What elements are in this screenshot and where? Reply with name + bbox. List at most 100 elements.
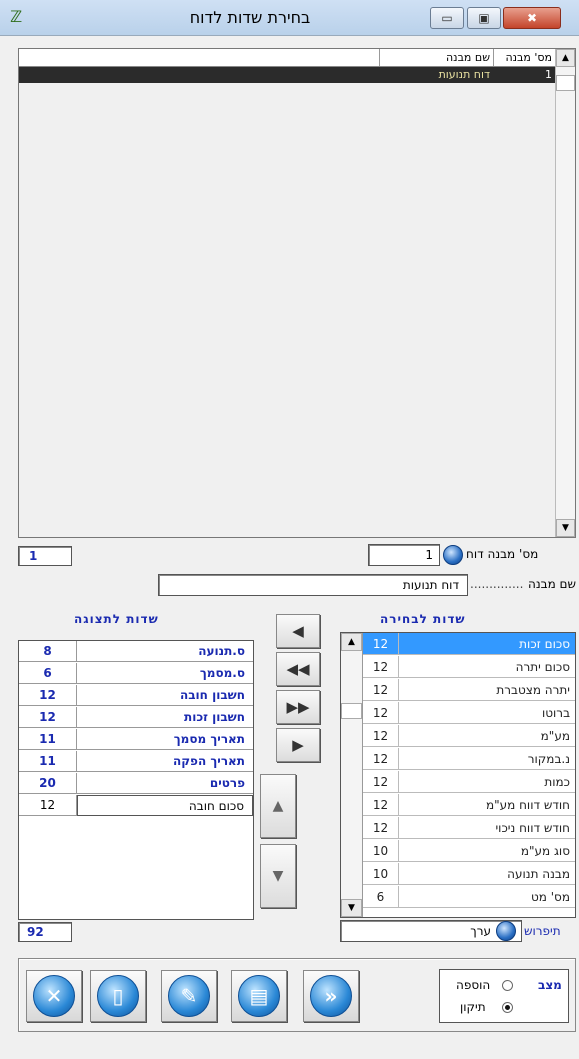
move-down-button[interactable]: ▼	[260, 844, 296, 908]
field-name: מבנה תנועה	[507, 867, 570, 881]
table-row[interactable]: 12 נ.במקור	[363, 748, 575, 770]
scroll-thumb[interactable]	[556, 75, 575, 91]
table-row[interactable]: 10 סוג מע"מ	[363, 840, 575, 862]
table-row[interactable]: 12 כמות	[363, 771, 575, 793]
total-width: 92	[18, 922, 72, 942]
app-icon: ℤ	[10, 7, 23, 26]
selection-fields-table[interactable]: ▲ ▼ 12 סכום זכות 12 סכום יתרה 12 יתרה מצ…	[340, 632, 576, 918]
table-row[interactable]: 20 פרטים	[19, 773, 253, 794]
globe-icon[interactable]	[496, 921, 516, 941]
field-width: 11	[19, 729, 77, 750]
field-width: 12	[363, 817, 399, 839]
field-width: 20	[19, 773, 77, 794]
field-name: חודש דווח מע"מ	[485, 798, 570, 812]
scroll-down-icon[interactable]: ▼	[556, 519, 575, 537]
table-row[interactable]: 10 מבנה תנועה	[363, 863, 575, 885]
move-up-button[interactable]: ▲	[260, 774, 296, 838]
table-row[interactable]: 6 מס' מט	[363, 886, 575, 908]
field-width: 12	[19, 685, 77, 706]
mode-edit-radio[interactable]	[502, 1002, 513, 1013]
table-row[interactable]: 12 חשבון חובה	[19, 685, 253, 706]
field-width: 12	[363, 702, 399, 724]
table-row[interactable]: 6 ס.מסמך	[19, 663, 253, 684]
field-name: סכום יתרה	[515, 660, 570, 674]
field-name: תאריך הפקה	[172, 754, 245, 768]
continue-button[interactable]: »	[303, 970, 359, 1022]
table-row[interactable]: 1 דוח תנועות	[19, 67, 555, 83]
structures-grid[interactable]: מס' מבנה שם מבנה 1 דוח תנועות ▲ ▼	[18, 48, 576, 538]
structure-name-dots: ..............	[470, 577, 524, 591]
display-button[interactable]: ▤	[231, 970, 287, 1022]
edit-width-input[interactable]: 12	[19, 795, 77, 816]
grid-scrollbar[interactable]: ▲ ▼	[555, 49, 575, 537]
table-row[interactable]: 8 ס.תנועה	[19, 641, 253, 662]
scroll-up-icon[interactable]: ▲	[341, 633, 362, 651]
field-name: חשבון זכות	[184, 710, 245, 724]
table-row[interactable]: 12 סכום זכות	[363, 633, 575, 655]
display-fields-table[interactable]: 8 ס.תנועה 6 ס.מסמך 12 חשבון חובה 12 חשבו…	[18, 640, 254, 920]
move-all-left-button[interactable]: ◀◀	[276, 652, 320, 686]
field-width: 12	[363, 725, 399, 747]
report-number-label: מס' מבנה דוח	[466, 547, 539, 561]
explanation-input[interactable]: ערך	[340, 920, 522, 942]
field-width: 12	[363, 771, 399, 793]
move-right-button[interactable]: ▶	[276, 728, 320, 762]
maximize-button[interactable]: ▣	[467, 7, 501, 29]
table-row[interactable]: 12 חשבון זכות	[19, 707, 253, 728]
field-width: 12	[363, 679, 399, 701]
field-width: 6	[19, 663, 77, 684]
structure-name-input[interactable]: דוח תנועות	[158, 574, 468, 596]
field-name: מע"מ	[540, 729, 570, 743]
edit-button[interactable]: ✎	[161, 970, 217, 1022]
edit-row[interactable]: 12 סכום חובה	[19, 795, 253, 816]
field-width: 10	[363, 840, 399, 862]
field-width: 10	[363, 863, 399, 885]
field-name: פרטים	[209, 776, 245, 790]
close-button[interactable]: ✖	[503, 7, 561, 29]
field-width: 12	[363, 794, 399, 816]
mode-add-radio[interactable]	[502, 980, 513, 991]
table-row[interactable]: 11 תאריך מסמך	[19, 729, 253, 750]
scroll-down-icon[interactable]: ▼	[341, 899, 362, 917]
field-width: 8	[19, 641, 77, 662]
scroll-thumb[interactable]	[341, 703, 362, 719]
scroll-up-icon[interactable]: ▲	[556, 49, 575, 67]
move-left-button[interactable]: ◀	[276, 614, 320, 648]
table-row[interactable]: 12 סכום יתרה	[363, 656, 575, 678]
selection-scrollbar[interactable]: ▲ ▼	[341, 633, 363, 917]
explanation-label: תיפרוש	[524, 924, 561, 938]
field-name: ס.מסמך	[199, 666, 245, 680]
table-row[interactable]: 12 יתרה מצטברת	[363, 679, 575, 701]
window-title: בחירת שדות לדוח	[189, 8, 311, 27]
minimize-button[interactable]: ▭	[430, 7, 464, 29]
edit-icon: ✎	[168, 975, 210, 1017]
computers-icon: ▤	[238, 975, 280, 1017]
record-counter-value: 1	[29, 549, 38, 563]
table-row[interactable]: 12 מע"מ	[363, 725, 575, 747]
table-row[interactable]: 12 חודש דווח ניכוי	[363, 817, 575, 839]
table-row[interactable]: 12 חודש דווח מע"מ	[363, 794, 575, 816]
table-row[interactable]: 12 ברוטו	[363, 702, 575, 724]
selection-fields-title: שדות לבחירה	[380, 612, 466, 626]
close-icon: ✕	[33, 975, 75, 1017]
table-row[interactable]: 11 תאריך הפקה	[19, 751, 253, 772]
field-width: 12	[363, 748, 399, 770]
column-header-name[interactable]: שם מבנה	[379, 49, 493, 66]
field-width: 6	[363, 886, 399, 908]
total-width-value: 92	[27, 925, 44, 939]
report-number-input[interactable]: 1	[368, 544, 440, 566]
column-header-number[interactable]: מס' מבנה	[493, 49, 555, 66]
edit-name-input[interactable]: סכום חובה	[77, 795, 253, 816]
field-width: 12	[19, 707, 77, 728]
display-fields-title: שדות לתצוגה	[74, 612, 159, 626]
mode-group: מצב הוספה תיקון	[439, 969, 569, 1023]
structure-name-value: דוח תנועות	[402, 578, 459, 592]
field-name: נ.במקור	[527, 752, 570, 766]
field-name: מס' מט	[531, 890, 570, 904]
field-name: ס.תנועה	[198, 644, 245, 658]
delete-button[interactable]: ▯	[90, 970, 146, 1022]
move-all-right-button[interactable]: ▶▶	[276, 690, 320, 724]
cancel-button[interactable]: ✕	[26, 970, 82, 1022]
globe-icon[interactable]	[443, 545, 463, 565]
field-name: כמות	[544, 775, 570, 789]
